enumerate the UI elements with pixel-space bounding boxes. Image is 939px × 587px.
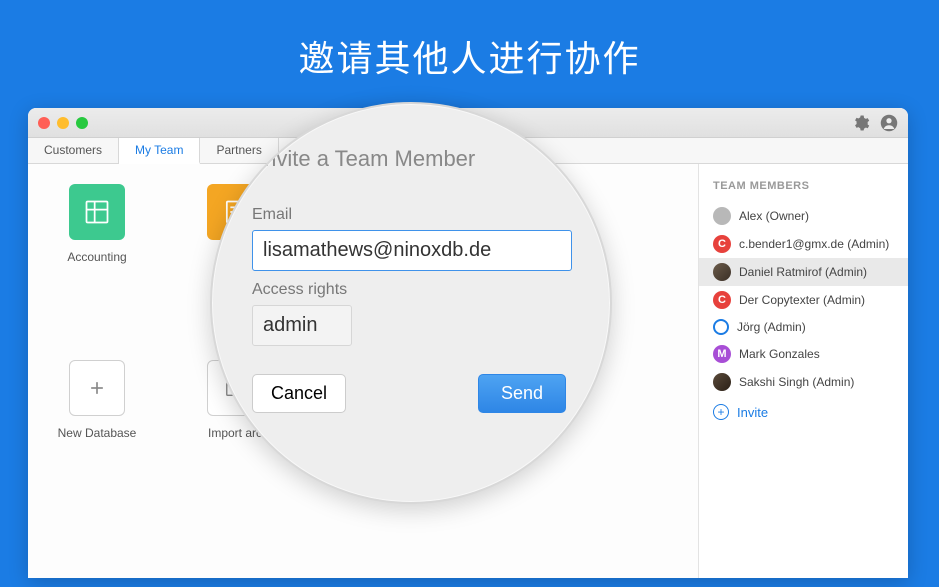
member-name: Sakshi Singh (Admin) [739,375,854,389]
tab-my-team[interactable]: My Team [119,138,200,164]
database-icon [69,184,125,240]
magnifier-overlay: Invite a Team Member Email Access rights… [210,102,612,504]
member-row-mark[interactable]: M Mark Gonzales [699,340,908,368]
invite-dialog: Invite a Team Member Email Access rights… [224,132,602,413]
card-new-database[interactable]: New Database [52,360,142,440]
cancel-button[interactable]: Cancel [252,374,346,413]
invite-label: Invite [737,405,768,420]
email-label: Email [252,206,574,224]
close-window-button[interactable] [38,117,50,129]
avatar [713,319,729,335]
avatar [713,263,731,281]
access-rights-input[interactable] [252,305,352,346]
member-name: Jörg (Admin) [737,320,806,334]
member-name: Der Copytexter (Admin) [739,293,865,307]
plus-icon [69,360,125,416]
card-accounting[interactable]: Accounting [52,184,142,264]
sidebar-header: TEAM MEMBERS [699,176,908,202]
user-icon[interactable] [880,114,898,132]
card-label: New Database [58,426,137,440]
maximize-window-button[interactable] [76,117,88,129]
tab-customers[interactable]: Customers [28,138,119,163]
member-name: Alex (Owner) [739,209,809,223]
invite-link[interactable]: + Invite [699,396,908,428]
avatar [713,207,731,225]
member-row-cbender[interactable]: C c.bender1@gmx.de (Admin) [699,230,908,258]
gear-icon[interactable] [852,114,870,132]
avatar: C [713,235,731,253]
card-label: Accounting [67,250,126,264]
member-row-copytexter[interactable]: C Der Copytexter (Admin) [699,286,908,314]
window-controls [38,117,88,129]
access-rights-label: Access rights [252,281,574,299]
member-name: Mark Gonzales [739,347,820,361]
plus-circle-icon: + [713,404,729,420]
member-row-sakshi[interactable]: Sakshi Singh (Admin) [699,368,908,396]
member-row-daniel[interactable]: Daniel Ratmirof (Admin) [699,258,908,286]
member-row-alex[interactable]: Alex (Owner) [699,202,908,230]
member-row-jorg[interactable]: Jörg (Admin) [699,314,908,340]
send-button[interactable]: Send [478,374,566,413]
banner-title: 邀请其他人进行协作 [0,0,939,102]
sidebar-team-members: TEAM MEMBERS Alex (Owner) C c.bender1@gm… [698,164,908,578]
avatar: M [713,345,731,363]
avatar: C [713,291,731,309]
minimize-window-button[interactable] [57,117,69,129]
avatar [713,373,731,391]
email-input[interactable] [252,230,572,271]
dialog-title: Invite a Team Member [224,132,602,186]
member-name: c.bender1@gmx.de (Admin) [739,237,889,251]
member-name: Daniel Ratmirof (Admin) [739,265,867,279]
